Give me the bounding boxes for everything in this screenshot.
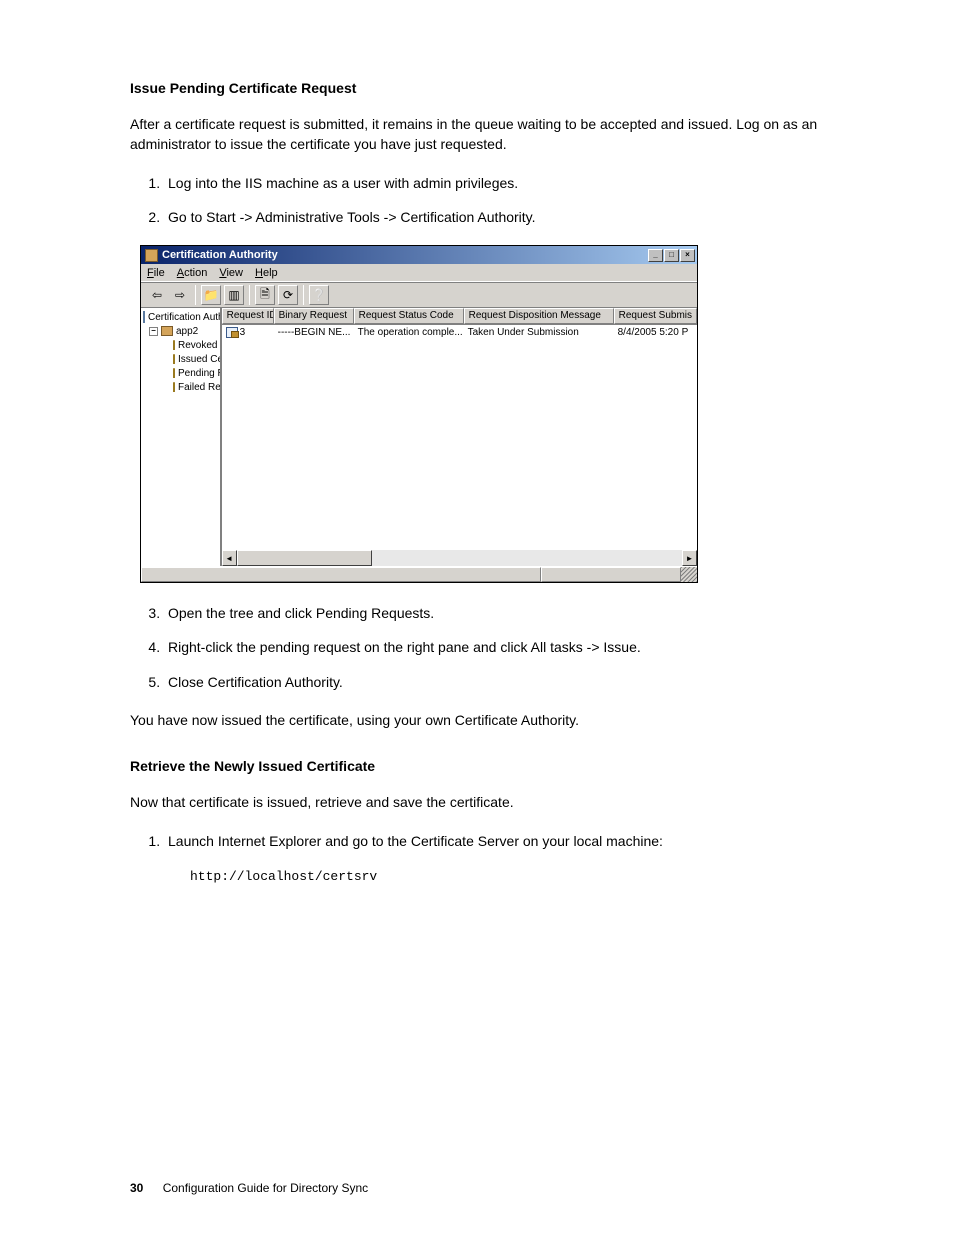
menu-view[interactable]: View [219,267,243,279]
step-c1: Launch Internet Explorer and go to the C… [164,831,854,851]
tree-failed[interactable]: Failed Requests [143,380,218,394]
tree-ca-node[interactable]: − app2 [143,324,218,338]
col-status-code[interactable]: Request Status Code [354,308,464,324]
status-cell-1 [141,567,541,582]
menu-help[interactable]: Help [255,267,278,279]
folder-icon [173,354,175,364]
step-b5: Close Certification Authority. [164,672,854,692]
folder-open-icon [173,368,175,378]
step-b4: Right-click the pending request on the r… [164,637,854,657]
list-pane: Request ID Binary Request Request Status… [222,308,697,566]
steps-list-b: Open the tree and click Pending Requests… [130,603,854,692]
ca-server-icon [161,326,173,336]
cell-status: The operation comple... [354,327,464,338]
status-cell-2 [541,567,681,582]
status-bar [141,566,697,582]
page-footer: 30 Configuration Guide for Directory Syn… [130,1181,368,1195]
cell-disposition: Taken Under Submission [464,327,614,338]
nav-back-icon[interactable]: ⇦ [147,285,167,305]
column-headers: Request ID Binary Request Request Status… [222,308,697,325]
steps-list-a: Log into the IIS machine as a user with … [130,173,854,228]
minimize-button[interactable]: _ [648,249,663,262]
intro-para-2: Now that certificate is issued, retrieve… [130,792,854,812]
col-request-id[interactable]: Request ID [222,308,274,324]
list-body[interactable]: 3 -----BEGIN NE... The operation comple.… [222,325,697,566]
url-code: http://localhost/certsrv [190,869,854,884]
section-heading-retrieve: Retrieve the Newly Issued Certificate [130,758,854,774]
window-title: Certification Authority [162,249,648,261]
page-number: 30 [130,1181,143,1195]
horizontal-scrollbar[interactable]: ◄ ► [222,550,697,566]
step-a1: Log into the IIS machine as a user with … [164,173,854,193]
cell-binary: -----BEGIN NE... [274,327,354,338]
tree-revoked[interactable]: Revoked Certificates [143,338,218,352]
closing-para-1: You have now issued the certificate, usi… [130,710,854,730]
snap-in-icon [143,311,145,323]
cell-id: 3 [222,327,274,338]
col-binary-request[interactable]: Binary Request [274,308,354,324]
scroll-right-button[interactable]: ► [682,550,697,566]
request-icon [226,327,238,338]
menu-file[interactable]: File [147,267,165,279]
list-row[interactable]: 3 -----BEGIN NE... The operation comple.… [222,325,697,340]
help-icon[interactable]: ❔ [309,285,329,305]
mmc-window: Certification Authority _ □ × File Actio… [140,245,698,583]
tree-issued[interactable]: Issued Certificates [143,352,218,366]
up-level-icon[interactable]: 📁 [201,285,221,305]
scroll-track[interactable] [237,550,682,566]
col-disposition-msg[interactable]: Request Disposition Message [464,308,614,324]
steps-list-c: Launch Internet Explorer and go to the C… [130,831,854,851]
footer-doc-title: Configuration Guide for Directory Sync [163,1181,368,1195]
refresh-icon[interactable]: ⟳ [278,285,298,305]
menu-bar: File Action View Help [141,264,697,282]
col-submitted[interactable]: Request Submis [614,308,697,324]
toolbar: ⇦ ⇨ 📁 ▥ 🗎 ⟳ ❔ [141,282,697,308]
section-heading-issue: Issue Pending Certificate Request [130,80,854,96]
tree-pending[interactable]: Pending Requests [143,366,218,380]
cert-authority-icon [145,249,158,262]
cell-submitted: 8/4/2005 5:20 P [614,327,697,338]
step-b3: Open the tree and click Pending Requests… [164,603,854,623]
step-a2: Go to Start -> Administrative Tools -> C… [164,207,854,227]
resize-grip-icon[interactable] [681,567,697,582]
scroll-left-button[interactable]: ◄ [222,550,237,566]
maximize-button[interactable]: □ [664,249,679,262]
folder-icon [173,382,175,392]
properties-icon[interactable]: 🗎 [255,285,275,305]
titlebar[interactable]: Certification Authority _ □ × [141,246,697,264]
tree-pane[interactable]: Certification Authority (Local) − app2 R… [141,308,222,566]
menu-action[interactable]: Action [177,267,208,279]
intro-para-1: After a certificate request is submitted… [130,114,854,155]
close-button[interactable]: × [680,249,695,262]
nav-forward-icon[interactable]: ⇨ [170,285,190,305]
tree-root[interactable]: Certification Authority (Local) [143,310,218,324]
folder-icon [173,340,175,350]
scroll-thumb[interactable] [237,550,372,566]
show-hide-tree-icon[interactable]: ▥ [224,285,244,305]
collapse-icon[interactable]: − [149,327,158,336]
